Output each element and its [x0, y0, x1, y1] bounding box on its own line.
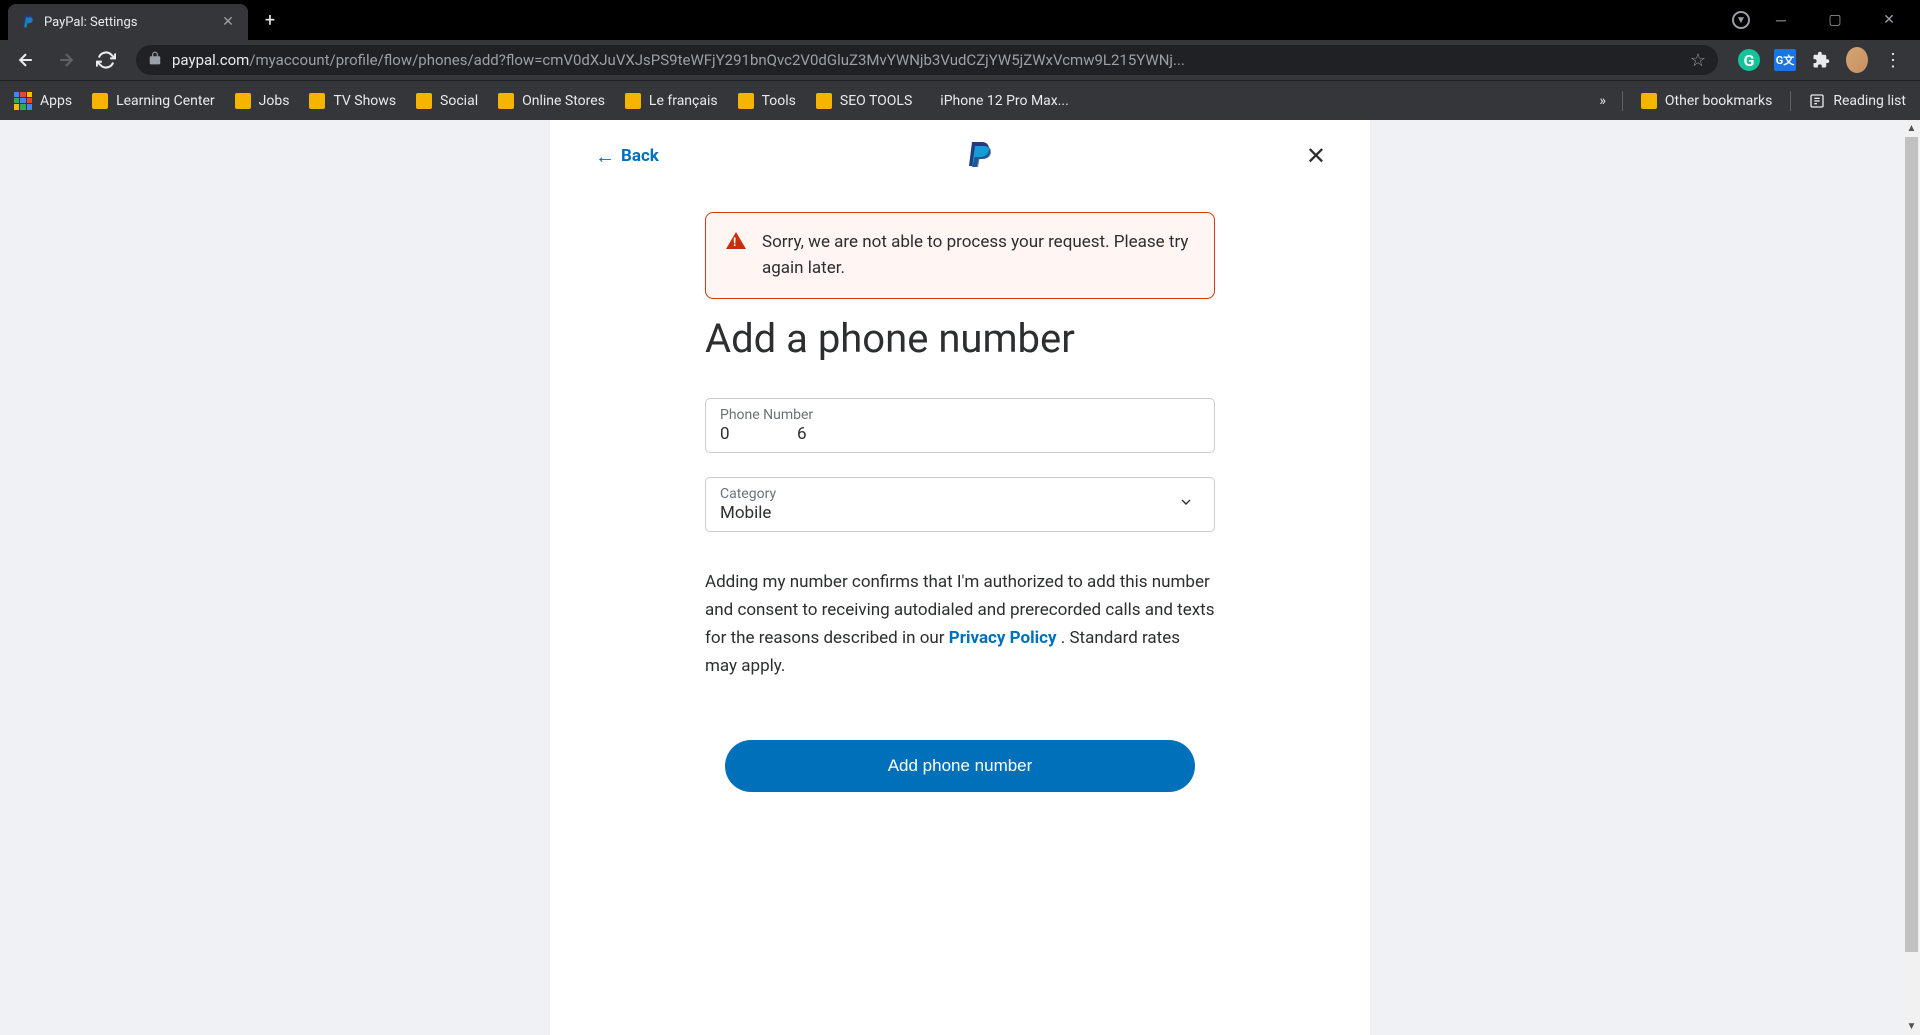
- folder-icon: [816, 93, 832, 109]
- apps-label: Apps: [40, 93, 72, 109]
- bookmark-folder[interactable]: SEO TOOLS: [814, 89, 914, 113]
- scroll-down-icon[interactable]: ▼: [1903, 1018, 1920, 1035]
- phone-input[interactable]: [720, 424, 1200, 444]
- separator: [1622, 91, 1623, 111]
- folder-icon: [498, 93, 514, 109]
- modal-header: ← Back ✕: [550, 120, 1370, 182]
- apps-bookmark[interactable]: Apps: [12, 88, 74, 114]
- bookmark-label: TV Shows: [333, 93, 396, 109]
- paypal-logo-icon: [968, 142, 992, 170]
- arrow-left-icon: ←: [595, 144, 615, 169]
- profile-avatar[interactable]: [1846, 49, 1868, 71]
- bookmark-label: Le français: [649, 93, 718, 109]
- folder-icon: [92, 93, 108, 109]
- apps-grid-icon: [14, 92, 32, 110]
- bookmark-folder[interactable]: Jobs: [233, 89, 292, 113]
- tab-title: PayPal: Settings: [44, 15, 212, 30]
- extension-icons: G G文 ⋮: [1730, 49, 1912, 71]
- content-area: Sorry, we are not able to process your r…: [550, 182, 1370, 792]
- address-toolbar: paypal.com/myaccount/profile/flow/phones…: [0, 40, 1920, 80]
- category-label: Category: [720, 486, 1200, 502]
- maximize-button[interactable]: ▢: [1812, 4, 1858, 36]
- add-phone-button[interactable]: Add phone number: [725, 740, 1195, 792]
- separator: [1790, 91, 1791, 111]
- bookmark-label: Jobs: [259, 93, 290, 109]
- folder-icon: [416, 93, 432, 109]
- nav-forward-button[interactable]: [48, 42, 84, 78]
- folder-icon: [1641, 93, 1657, 109]
- extensions-puzzle-icon[interactable]: [1810, 49, 1832, 71]
- bookmark-label: Reading list: [1833, 93, 1906, 109]
- bookmark-label: Learning Center: [116, 93, 215, 109]
- other-bookmarks[interactable]: Other bookmarks: [1639, 89, 1774, 113]
- bookmark-folder[interactable]: Le français: [623, 89, 720, 113]
- address-bar[interactable]: paypal.com/myaccount/profile/flow/phones…: [136, 45, 1718, 75]
- bookmark-label: Social: [440, 93, 478, 109]
- bookmark-label: iPhone 12 Pro Max...: [940, 93, 1069, 109]
- browser-menu-icon[interactable]: ⋮: [1882, 49, 1904, 71]
- phone-label: Phone Number: [720, 407, 1200, 423]
- extension-indicator-icon[interactable]: ▼: [1732, 11, 1750, 29]
- bookmark-folder[interactable]: Online Stores: [496, 89, 607, 113]
- bookmark-star-icon[interactable]: ☆: [1690, 50, 1706, 71]
- category-field[interactable]: Category Mobile: [705, 477, 1215, 532]
- error-alert: Sorry, we are not able to process your r…: [705, 212, 1215, 299]
- bookmark-folder[interactable]: TV Shows: [307, 89, 398, 113]
- bookmark-label: SEO TOOLS: [840, 93, 912, 109]
- reading-list-icon: [1809, 93, 1825, 109]
- window-controls: ▼ ─ ▢ ✕: [1732, 4, 1920, 36]
- bookmark-label: Tools: [762, 93, 796, 109]
- modal-container: ← Back ✕ Sorry, we are not able to proce…: [550, 120, 1370, 1035]
- url-text: paypal.com/myaccount/profile/flow/phones…: [172, 51, 1680, 69]
- scrollbar-thumb[interactable]: [1905, 137, 1918, 952]
- page-title: Add a phone number: [705, 315, 1215, 362]
- error-message: Sorry, we are not able to process your r…: [762, 229, 1194, 282]
- bookmark-folder[interactable]: Social: [414, 89, 480, 113]
- bookmark-overflow-icon[interactable]: »: [1599, 93, 1606, 109]
- close-window-button[interactable]: ✕: [1866, 4, 1912, 36]
- lock-icon: [148, 51, 162, 69]
- folder-icon: [625, 93, 641, 109]
- folder-icon: [738, 93, 754, 109]
- bookmark-label: Online Stores: [522, 93, 605, 109]
- bookmark-folder[interactable]: Tools: [736, 89, 798, 113]
- new-tab-button[interactable]: +: [256, 6, 284, 34]
- bookmark-item[interactable]: iPhone 12 Pro Max...: [930, 89, 1071, 113]
- browser-tab[interactable]: PayPal: Settings ✕: [8, 4, 248, 40]
- close-tab-icon[interactable]: ✕: [220, 14, 236, 30]
- folder-icon: [309, 93, 325, 109]
- page-viewport: ← Back ✕ Sorry, we are not able to proce…: [0, 120, 1920, 1035]
- translate-extension-icon[interactable]: G文: [1774, 49, 1796, 71]
- scrollbar[interactable]: ▲ ▼: [1903, 120, 1920, 1035]
- bookmark-label: Other bookmarks: [1665, 93, 1772, 109]
- warning-triangle-icon: [726, 232, 746, 249]
- minimize-button[interactable]: ─: [1758, 4, 1804, 36]
- folder-icon: [235, 93, 251, 109]
- close-modal-button[interactable]: ✕: [1302, 138, 1330, 174]
- nav-back-button[interactable]: [8, 42, 44, 78]
- scroll-up-icon[interactable]: ▲: [1903, 120, 1920, 137]
- category-value: Mobile: [720, 503, 1200, 523]
- phone-number-field[interactable]: Phone Number: [705, 398, 1215, 453]
- back-button[interactable]: ← Back: [595, 144, 659, 169]
- bookmark-folder[interactable]: Learning Center: [90, 89, 217, 113]
- consent-text: Adding my number confirms that I'm autho…: [705, 568, 1215, 680]
- paypal-favicon-icon: [20, 14, 36, 30]
- bookmarks-bar: Apps Learning Center Jobs TV Shows Socia…: [0, 80, 1920, 120]
- browser-tab-bar: PayPal: Settings ✕ + ▼ ─ ▢ ✕: [0, 0, 1920, 40]
- privacy-policy-link[interactable]: Privacy Policy: [949, 628, 1057, 648]
- back-label: Back: [621, 146, 659, 166]
- reload-button[interactable]: [88, 42, 124, 78]
- grammarly-extension-icon[interactable]: G: [1738, 49, 1760, 71]
- reading-list[interactable]: Reading list: [1807, 89, 1908, 113]
